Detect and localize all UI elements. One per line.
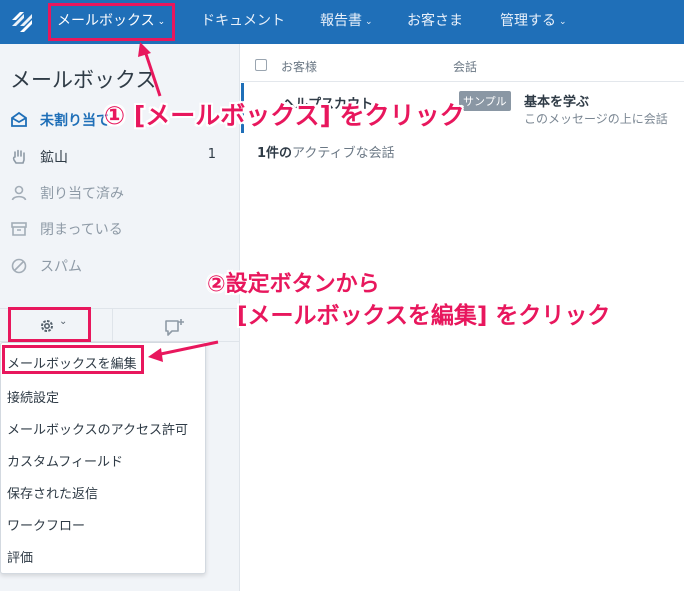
column-customer: お客様 — [281, 60, 318, 74]
row-subject: 基本を学ぶ — [524, 95, 590, 110]
sidebar-item-label: スパム — [40, 259, 82, 275]
nav-reports[interactable]: 報告書 ⌄ — [320, 0, 373, 44]
footer-divider — [112, 309, 113, 342]
sidebar-item-label: 未割り当て — [40, 113, 110, 129]
sidebar-item-label: 割り当て済み — [40, 186, 124, 202]
menu-item-workflows[interactable]: ワークフロー — [7, 515, 85, 534]
menu-item-ratings[interactable]: 評価 — [7, 547, 33, 566]
sidebar-item-closed[interactable]: 閉まっている — [0, 211, 240, 247]
menu-item-saved-replies[interactable]: 保存された返信 — [7, 483, 98, 502]
new-conversation-icon[interactable] — [164, 318, 186, 338]
highlight-settings-box — [8, 307, 91, 342]
menu-item-custom-fields[interactable]: カスタムフィールド — [7, 451, 123, 470]
annotation-step2-line2: [メールボックスを編集] をクリック — [237, 303, 611, 329]
nav-docs[interactable]: ドキュメント — [201, 0, 285, 44]
archive-icon — [11, 222, 27, 236]
column-conversation: 会話 — [453, 60, 478, 74]
settings-dropdown-menu: メールボックスを編集 接続設定 メールボックスのアクセス許可 カスタムフィールド… — [0, 342, 206, 574]
menu-item-mailbox-permissions[interactable]: メールボックスのアクセス許可 — [7, 419, 188, 438]
annotation-step1: ① [メールボックス] をクリック — [104, 101, 465, 130]
sidebar-item-mine[interactable]: 鉱山 1 — [0, 139, 240, 175]
sidebar-item-label: 閉まっている — [40, 222, 123, 238]
hand-icon — [12, 149, 25, 164]
chevron-down-icon: ⌄ — [365, 17, 373, 27]
helpscout-logo-icon[interactable] — [10, 10, 34, 34]
nav-manage[interactable]: 管理する ⌄ — [500, 0, 567, 44]
active-conversation-count: 1件のアクティブな会話 — [257, 146, 395, 161]
nav-customers[interactable]: お客さま — [407, 0, 463, 44]
sidebar-item-spam[interactable]: スパム — [0, 248, 240, 284]
sidebar-title: メールボックス — [10, 68, 157, 92]
sample-badge: サンプル — [459, 91, 511, 111]
menu-item-connection-settings[interactable]: 接続設定 — [7, 387, 59, 406]
inbox-icon — [11, 111, 27, 127]
sidebar-item-label: 鉱山 — [40, 150, 68, 166]
select-all-checkbox[interactable] — [255, 59, 267, 71]
row-preview: このメッセージの上に会話 — [524, 112, 668, 126]
sidebar-item-assigned[interactable]: 割り当て済み — [0, 175, 240, 211]
list-header: お客様 会話 — [241, 44, 684, 82]
chevron-down-icon: ⌄ — [559, 17, 567, 27]
sidebar-item-count: 1 — [207, 147, 216, 162]
block-icon — [11, 258, 27, 274]
highlight-edit-mailbox-box — [2, 345, 144, 374]
highlight-mailbox-box — [48, 3, 175, 41]
person-icon — [11, 185, 27, 201]
annotation-step2-line1: ②設定ボタンから — [207, 272, 380, 297]
